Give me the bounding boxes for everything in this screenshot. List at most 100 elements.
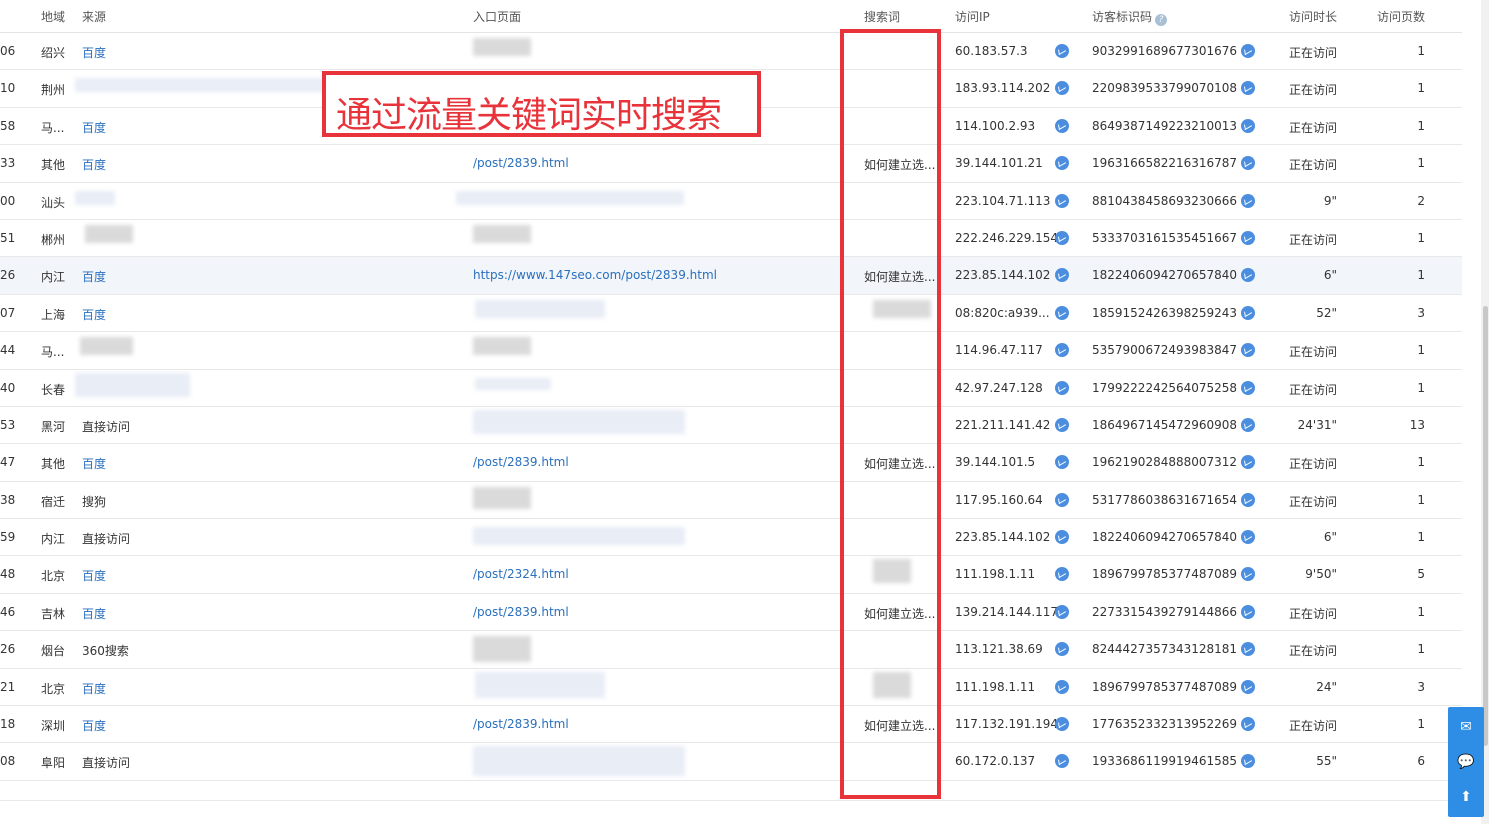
trend-chart-icon[interactable] — [1241, 530, 1255, 545]
cell-entry-page[interactable]: /post/2324.html — [473, 567, 569, 581]
trend-chart-icon[interactable] — [1241, 156, 1255, 171]
header-visitor-id[interactable]: 访客标识码? — [1092, 8, 1168, 26]
cell-source[interactable]: 百度 — [82, 119, 106, 136]
table-header: 地域 来源 入口页面 搜索词 访问IP 访客标识码? 访问时长 访问页数 — [0, 0, 1462, 33]
cell-source[interactable]: 百度 — [82, 156, 106, 173]
trend-chart-icon[interactable] — [1055, 754, 1069, 769]
trend-chart-icon[interactable] — [1241, 717, 1255, 732]
cell-pages: 1 — [1417, 604, 1425, 619]
cell-entry-page[interactable]: /post/2839.html — [473, 605, 569, 619]
trend-chart-icon[interactable] — [1055, 81, 1069, 96]
trend-chart-icon[interactable] — [1055, 417, 1069, 432]
header-keyword[interactable]: 搜索词 — [864, 8, 900, 25]
cell-entry-page[interactable]: /post/2839.html — [473, 455, 569, 469]
trend-chart-icon[interactable] — [1241, 492, 1255, 507]
trend-chart-icon[interactable] — [1241, 193, 1255, 208]
question-icon[interactable]: ? — [1155, 14, 1168, 26]
cell-duration: 正在访问 — [1288, 83, 1337, 98]
cell-source: 搜狗 — [82, 494, 107, 509]
cell-source[interactable]: 百度 — [82, 605, 106, 622]
trend-chart-icon[interactable] — [1241, 604, 1255, 619]
header-pages[interactable]: 访问页数 — [1377, 8, 1425, 25]
trend-chart-icon[interactable] — [1055, 156, 1069, 171]
header-region[interactable]: 地域 — [41, 8, 65, 25]
trend-chart-icon[interactable] — [1241, 754, 1255, 769]
trend-chart-icon[interactable] — [1055, 530, 1069, 545]
trend-chart-icon[interactable] — [1241, 268, 1255, 283]
annotation-banner: 通过流量关键词实时搜索 — [322, 71, 761, 137]
cell-region: 内江 — [41, 270, 66, 285]
cell-time: 21 — [0, 679, 16, 694]
cell-duration: 52" — [1316, 305, 1337, 320]
cell-source[interactable]: 百度 — [82, 44, 106, 61]
cell-region: 北京 — [41, 569, 66, 584]
cell-source[interactable]: 百度 — [82, 306, 106, 323]
cell-region: 郴州 — [41, 232, 66, 247]
trend-chart-icon[interactable] — [1055, 679, 1069, 694]
trend-chart-icon[interactable] — [1241, 455, 1255, 470]
trend-chart-icon[interactable] — [1055, 642, 1069, 657]
trend-chart-icon[interactable] — [1055, 717, 1069, 732]
cell-ip: 139.214.144.117 — [955, 604, 1059, 619]
trend-chart-icon[interactable] — [1055, 492, 1069, 507]
trend-chart-icon[interactable] — [1241, 305, 1255, 320]
trend-chart-icon[interactable] — [1241, 81, 1255, 96]
header-source[interactable]: 来源 — [82, 8, 106, 25]
cell-visitor-id: 5333703161535451667 — [1092, 230, 1238, 245]
trend-chart-icon[interactable] — [1055, 604, 1069, 619]
table-row: 53 黑河 直接访问 221.211.141.42 186496714547296090… — [0, 407, 1462, 445]
trend-chart-icon[interactable] — [1055, 455, 1069, 470]
trend-chart-icon[interactable] — [1241, 642, 1255, 657]
table-row: 48 北京 百度/post/2324.html 111.198.1.11 1896799… — [0, 556, 1462, 594]
trend-chart-icon[interactable] — [1055, 380, 1069, 395]
cell-pages: 1 — [1417, 156, 1425, 171]
cell-duration: 55" — [1316, 754, 1337, 769]
trend-chart-icon[interactable] — [1241, 343, 1255, 358]
mail-icon[interactable]: ✉ — [1448, 709, 1484, 745]
scrollbar-thumb[interactable] — [1483, 306, 1488, 746]
cell-source[interactable]: 百度 — [82, 268, 106, 285]
cell-source[interactable]: 百度 — [82, 455, 106, 472]
trend-chart-icon[interactable] — [1241, 230, 1255, 245]
cell-pages: 1 — [1417, 642, 1425, 657]
cell-source[interactable]: 百度 — [82, 717, 106, 734]
table-row: 38 宿迁 搜狗 117.95.160.64 5317786038631671654 正在… — [0, 482, 1462, 520]
cell-time: 06 — [0, 44, 16, 58]
cell-source[interactable]: 百度 — [82, 567, 106, 584]
cell-entry-page[interactable]: /post/2839.html — [473, 717, 569, 731]
cell-region: 北京 — [41, 681, 66, 696]
trend-chart-icon[interactable] — [1055, 268, 1069, 283]
cell-source[interactable]: 百度 — [82, 680, 106, 697]
trend-chart-icon[interactable] — [1241, 679, 1255, 694]
trend-chart-icon[interactable] — [1241, 44, 1255, 58]
trend-chart-icon[interactable] — [1055, 44, 1069, 58]
trend-chart-icon[interactable] — [1055, 567, 1069, 582]
trend-chart-icon[interactable] — [1055, 193, 1069, 208]
trend-chart-icon[interactable] — [1055, 230, 1069, 245]
redacted-block — [80, 337, 133, 356]
cell-duration: 24'31" — [1297, 417, 1337, 432]
cell-entry-page[interactable]: https://www.147seo.com/post/2839.html — [473, 268, 717, 282]
cell-ip: 08:820c:a939... — [955, 305, 1050, 320]
cell-visitor-id: 5357900672493983847 — [1092, 343, 1238, 358]
cell-region: 烟台 — [41, 644, 66, 659]
trend-chart-icon[interactable] — [1241, 380, 1255, 395]
trend-chart-icon[interactable] — [1241, 118, 1255, 133]
trend-chart-icon[interactable] — [1055, 343, 1069, 358]
trend-chart-icon[interactable] — [1055, 118, 1069, 133]
header-entry-page[interactable]: 入口页面 — [473, 8, 521, 25]
trend-chart-icon[interactable] — [1241, 567, 1255, 582]
table-row: 21 北京 百度 111.198.1.11 1896799785377487089 24"… — [0, 669, 1462, 707]
cell-entry-page[interactable]: /post/2839.html — [473, 156, 569, 170]
back-to-top-icon[interactable]: ⬆ — [1448, 779, 1484, 815]
trend-chart-icon[interactable] — [1241, 417, 1255, 432]
header-ip[interactable]: 访问IP — [955, 8, 990, 25]
cell-pages: 1 — [1417, 492, 1425, 507]
table-row: 46 吉林 百度/post/2839.html 如何建立选... 139.214.144… — [0, 594, 1462, 632]
wechat-icon[interactable]: 💬 — [1448, 744, 1484, 780]
cell-duration: 正在访问 — [1288, 457, 1337, 472]
trend-chart-icon[interactable] — [1055, 305, 1069, 320]
cell-ip: 183.93.114.202 — [955, 81, 1051, 96]
cell-duration: 正在访问 — [1288, 606, 1337, 621]
header-duration[interactable]: 访问时长 — [1289, 8, 1337, 25]
